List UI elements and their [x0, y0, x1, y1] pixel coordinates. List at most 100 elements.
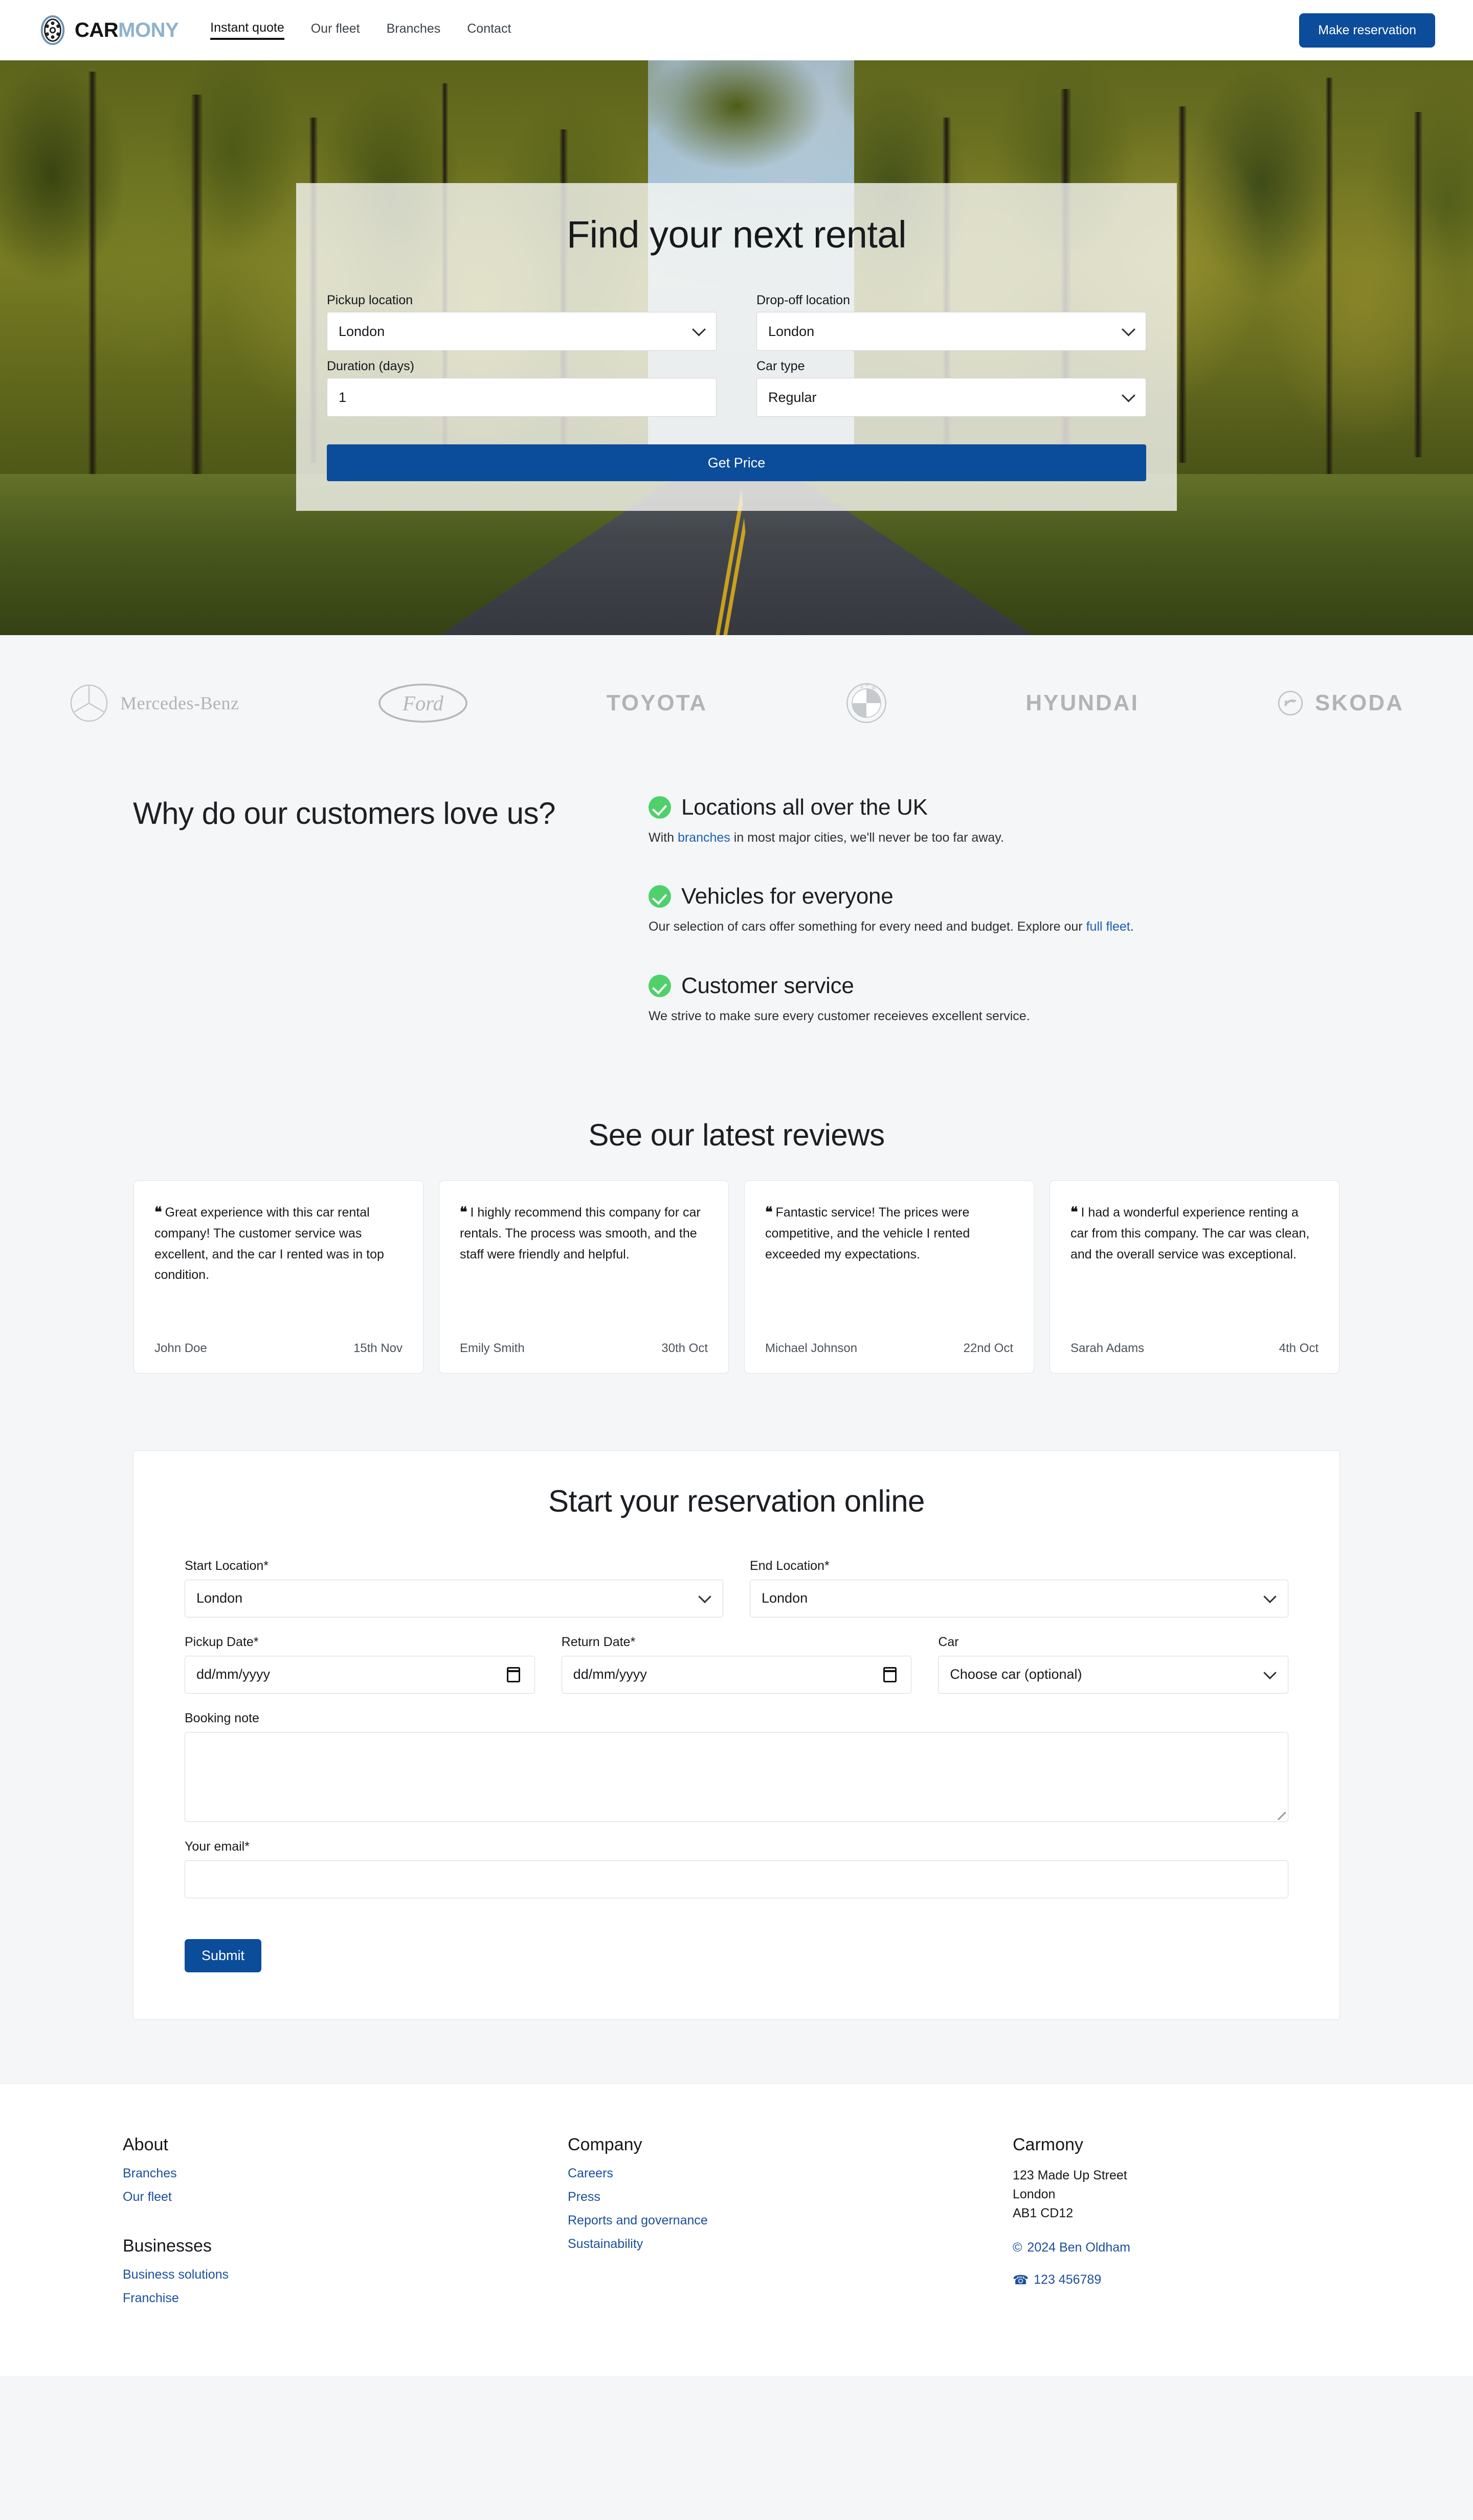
feature-vehicles-link[interactable]: full fleet	[1086, 919, 1130, 934]
footer-address: 123 Made Up Street London AB1 CD12	[1013, 2166, 1350, 2223]
review-date: 4th Oct	[1279, 1341, 1319, 1355]
feature-vehicles-head: Vehicles for everyone	[649, 884, 1345, 909]
review-quote-text: I had a wonderful experience renting a c…	[1070, 1205, 1310, 1262]
review-card: ❝ I highly recommend this company for car…	[439, 1180, 729, 1374]
footer-phone[interactable]: ☎ 123 456789	[1013, 2272, 1350, 2288]
footer-address-line1: 123 Made Up Street	[1013, 2168, 1127, 2182]
dropoff-location-select[interactable]: London	[756, 312, 1146, 351]
review-author: Michael Johnson	[765, 1341, 858, 1355]
return-date-input[interactable]: dd/mm/yyyy	[561, 1655, 912, 1694]
phone-icon: ☎	[1013, 2272, 1029, 2287]
return-date-field: Return Date* dd/mm/yyyy	[561, 1635, 912, 1694]
brand-mercedes-label: Mercedes-Benz	[120, 693, 239, 713]
reservation-section: Start your reservation online Start Loca…	[0, 1450, 1473, 2083]
car-choice-label: Car	[938, 1634, 959, 1649]
brand-wordmark: CARMONY	[75, 20, 179, 40]
review-author: Sarah Adams	[1070, 1341, 1145, 1355]
reservation-dates-row: Pickup Date* dd/mm/yyyy Return Date* dd/…	[185, 1634, 1289, 1694]
nav-item-instant-quote[interactable]: Instant quote	[210, 20, 284, 40]
feature-locations: Locations all over the UK With branches …	[649, 795, 1345, 847]
car-choice-value: Choose car (optional)	[950, 1667, 1082, 1682]
feature-locations-head: Locations all over the UK	[649, 795, 1345, 820]
reservation-note-row: Booking note	[185, 1711, 1288, 1822]
booking-note-textarea[interactable]	[185, 1731, 1288, 1822]
feature-locations-desc-post: in most major cities, we'll never be too…	[730, 830, 1004, 845]
primary-nav: Instant quote Our fleet Branches Contact	[210, 20, 511, 40]
footer-contact-heading: Carmony	[1013, 2134, 1083, 2154]
email-input[interactable]	[185, 1860, 1288, 1898]
nav-item-contact[interactable]: Contact	[467, 21, 511, 39]
footer-link-business-solutions[interactable]: Business solutions	[123, 2267, 568, 2282]
submit-button[interactable]: Submit	[185, 1939, 262, 1972]
feature-vehicles-desc: Our selection of cars offer something fo…	[649, 917, 1345, 936]
brand-hyundai-label: HYUNDAI	[1025, 690, 1139, 715]
car-type-value: Regular	[768, 389, 817, 405]
reviews-section: See our latest reviews ❝ Great experience…	[0, 1117, 1473, 1450]
reservation-email-row: Your email*	[185, 1839, 1288, 1898]
site-header: CARMONY Instant quote Our fleet Branches…	[0, 0, 1473, 60]
end-location-select[interactable]: London	[750, 1579, 1288, 1617]
duration-input[interactable]: 1	[327, 378, 717, 417]
start-location-select[interactable]: London	[185, 1579, 723, 1617]
check-circle-icon	[649, 796, 671, 819]
reviews-title: See our latest reviews	[588, 1117, 885, 1152]
svg-text:B: B	[860, 684, 863, 689]
feature-customer-service-head: Customer service	[649, 973, 1345, 999]
why-heading-column: Why do our customers love us?	[128, 795, 644, 1025]
hero-section: Find your next rental Pickup location Lo…	[0, 60, 1473, 635]
dropoff-location-label: Drop-off location	[756, 293, 850, 307]
footer-address-line2: London	[1013, 2187, 1056, 2201]
reservation-card: Start your reservation online Start Loca…	[133, 1450, 1340, 2020]
footer-businesses-heading: Businesses	[123, 2236, 212, 2256]
pickup-location-select[interactable]: London	[327, 312, 717, 351]
reservation-title: Start your reservation online	[548, 1483, 925, 1518]
pickup-date-field: Pickup Date* dd/mm/yyyy	[185, 1635, 535, 1694]
feature-locations-link[interactable]: branches	[678, 830, 730, 845]
calendar-icon[interactable]	[506, 1667, 520, 1682]
review-meta: Sarah Adams 4th Oct	[1070, 1341, 1319, 1356]
footer-link-branches[interactable]: Branches	[123, 2166, 568, 2181]
wheel-icon	[40, 15, 65, 45]
hero-title: Find your next rental	[566, 213, 907, 256]
booking-note-label: Booking note	[185, 1711, 259, 1725]
review-date: 30th Oct	[661, 1341, 708, 1355]
feature-customer-service-title: Customer service	[681, 973, 854, 998]
footer-link-franchise[interactable]: Franchise	[123, 2291, 568, 2306]
footer-link-sustainability[interactable]: Sustainability	[568, 2237, 1013, 2252]
brand-logo[interactable]: CARMONY	[38, 15, 179, 45]
review-author: John Doe	[154, 1341, 207, 1355]
footer-link-our-fleet[interactable]: Our fleet	[123, 2190, 568, 2204]
pickup-location-label: Pickup location	[327, 293, 413, 307]
review-quote-text: Fantastic service! The prices were compe…	[765, 1205, 970, 1262]
car-type-field: Car type Regular	[756, 359, 1146, 417]
make-reservation-button[interactable]: Make reservation	[1299, 13, 1435, 48]
why-inner: Why do our customers love us? Locations …	[128, 795, 1345, 1025]
pickup-date-placeholder: dd/mm/yyyy	[196, 1667, 271, 1682]
why-features-column: Locations all over the UK With branches …	[644, 795, 1345, 1025]
ford-oval-icon: Ford	[378, 683, 467, 723]
review-quote: ❝ Fantastic service! The prices were comp…	[765, 1201, 1013, 1327]
mercedes-star-icon	[70, 684, 108, 722]
footer-link-reports-governance[interactable]: Reports and governance	[568, 2213, 1013, 2228]
car-type-select[interactable]: Regular	[756, 378, 1146, 417]
brand-ford: Ford	[377, 683, 468, 723]
footer-link-careers[interactable]: Careers	[568, 2166, 1013, 2181]
review-card: ❝ Great experience with this car rental c…	[133, 1180, 423, 1374]
review-quote: ❝ I had a wonderful experience renting a …	[1070, 1201, 1319, 1327]
copyright-icon: ©	[1013, 2240, 1022, 2255]
footer-column-about: About Branches Our fleet Businesses Busi…	[123, 2135, 568, 2314]
nav-item-branches[interactable]: Branches	[387, 21, 441, 39]
pickup-date-input[interactable]: dd/mm/yyyy	[185, 1655, 535, 1694]
calendar-icon[interactable]	[883, 1667, 897, 1682]
feature-locations-desc: With branches in most major cities, we'l…	[649, 828, 1345, 847]
get-price-button[interactable]: Get Price	[327, 444, 1146, 481]
quote-mark-icon: ❝	[1070, 1204, 1078, 1220]
pickup-date-label: Pickup Date*	[185, 1634, 259, 1649]
review-date: 15th Nov	[353, 1341, 403, 1355]
review-quote: ❝ I highly recommend this company for car…	[460, 1201, 708, 1327]
svg-text:W: W	[872, 685, 876, 690]
nav-item-our-fleet[interactable]: Our fleet	[311, 21, 360, 39]
resize-handle-icon[interactable]	[1278, 1811, 1286, 1820]
car-choice-select[interactable]: Choose car (optional)	[938, 1655, 1289, 1694]
footer-link-press[interactable]: Press	[568, 2190, 1013, 2204]
